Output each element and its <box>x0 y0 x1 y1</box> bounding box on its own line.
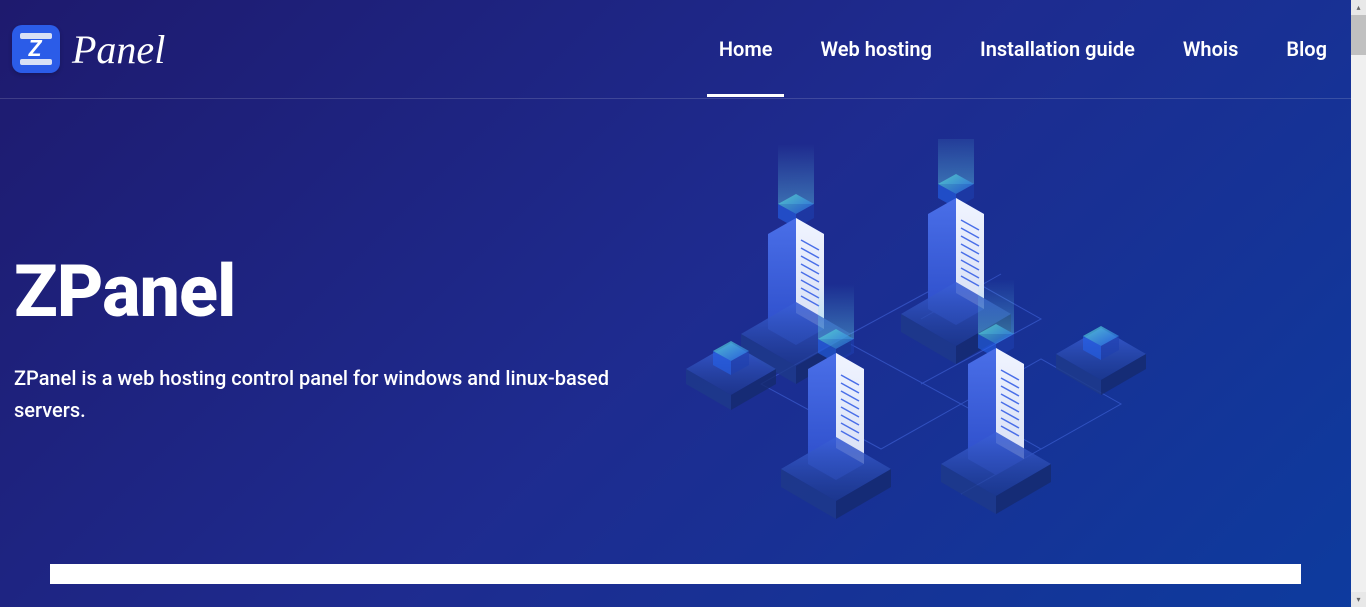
logo-icon: Z <box>12 25 60 73</box>
hero-title: ZPanel <box>14 249 671 334</box>
scrollbar-thumb[interactable] <box>1351 15 1366 55</box>
nav-whois[interactable]: Whois <box>1183 37 1239 97</box>
nav-blog[interactable]: Blog <box>1286 37 1327 97</box>
main-nav: Home Web hosting Installation guide Whoi… <box>719 37 1327 61</box>
hero-section: ZPanel ZPanel is a web hosting control p… <box>0 99 1351 584</box>
header: Z Panel Home Web hosting Installation gu… <box>0 0 1351 99</box>
brand-name: Panel <box>72 26 165 73</box>
hero-graphic <box>671 159 1328 584</box>
logo-area[interactable]: Z Panel <box>12 25 165 73</box>
logo-letter: Z <box>29 37 42 62</box>
nav-installation-guide[interactable]: Installation guide <box>980 37 1135 97</box>
scroll-up-icon[interactable]: ▴ <box>1351 0 1366 15</box>
scroll-down-icon[interactable]: ▾ <box>1351 592 1366 607</box>
content-panel-top <box>50 564 1301 584</box>
scrollbar[interactable]: ▴ ▾ <box>1351 0 1366 607</box>
hero-text: ZPanel ZPanel is a web hosting control p… <box>14 159 671 584</box>
hero-subtitle: ZPanel is a web hosting control panel fo… <box>14 362 634 426</box>
servers-illustration-icon <box>671 139 1221 579</box>
nav-home[interactable]: Home <box>719 37 773 97</box>
nav-web-hosting[interactable]: Web hosting <box>820 37 931 97</box>
